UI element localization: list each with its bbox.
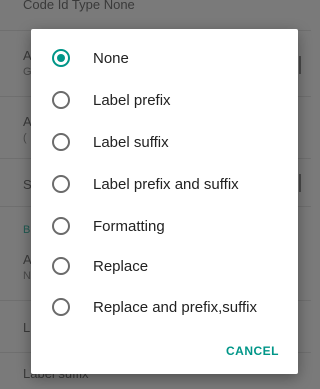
radio-unchecked-icon[interactable]: [52, 133, 70, 151]
option-formatting[interactable]: Formatting: [31, 205, 298, 247]
option-label: None: [93, 49, 129, 67]
label-type-dialog: None Label prefix Label suffix Label pre…: [31, 29, 298, 374]
option-label: Label suffix: [93, 133, 169, 151]
option-replace-and-prefix-suffix[interactable]: Replace and prefix,suffix: [31, 286, 298, 328]
option-replace[interactable]: Replace: [31, 245, 298, 287]
radio-unchecked-icon[interactable]: [52, 175, 70, 193]
bg-toggle-edge: [299, 56, 301, 74]
option-label: Label prefix and suffix: [93, 175, 239, 193]
radio-unchecked-icon[interactable]: [52, 298, 70, 316]
radio-unchecked-icon[interactable]: [52, 91, 70, 109]
bg-section-header: B: [23, 224, 31, 236]
bg-toggle-edge: [299, 174, 301, 192]
cancel-button[interactable]: CANCEL: [226, 344, 279, 358]
bg-item-subtitle: (: [23, 132, 27, 144]
radio-checked-icon[interactable]: [52, 49, 70, 67]
option-label: Label prefix: [93, 91, 171, 109]
option-label: Replace and prefix,suffix: [93, 298, 257, 316]
option-label: Formatting: [93, 217, 165, 235]
radio-unchecked-icon[interactable]: [52, 217, 70, 235]
option-label-prefix[interactable]: Label prefix: [31, 79, 298, 121]
bg-item-title: Code Id Type None: [23, 0, 135, 12]
option-label-prefix-and-suffix[interactable]: Label prefix and suffix: [31, 163, 298, 205]
option-none[interactable]: None: [31, 37, 298, 79]
radio-unchecked-icon[interactable]: [52, 257, 70, 275]
bg-item-title: L: [23, 320, 31, 335]
option-label: Replace: [93, 257, 149, 275]
option-label-suffix[interactable]: Label suffix: [31, 121, 298, 163]
bg-item-subtitle: N: [23, 270, 31, 282]
